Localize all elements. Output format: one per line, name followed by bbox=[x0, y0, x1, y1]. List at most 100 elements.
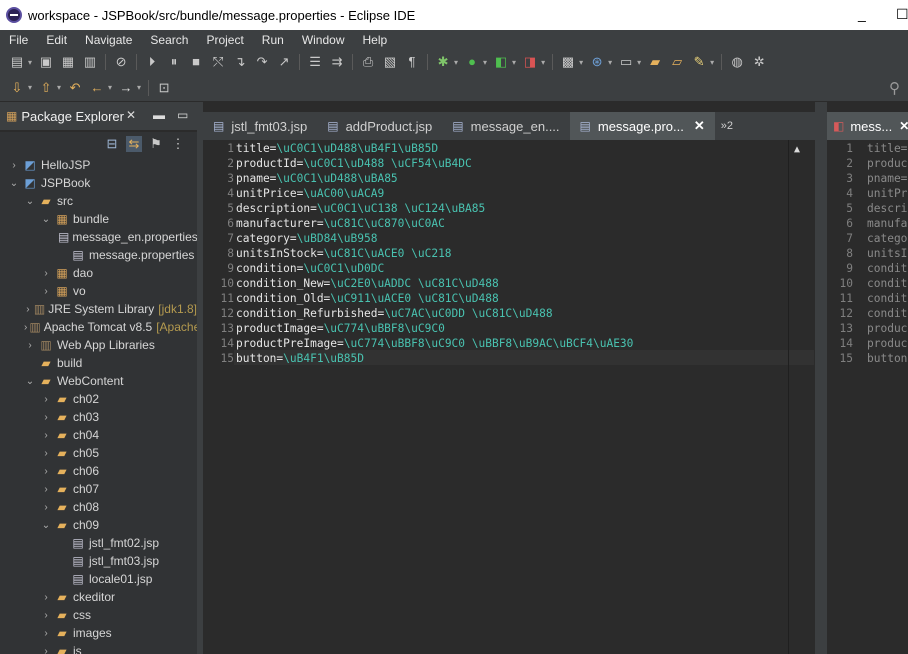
tree-item[interactable]: ▤ message_en.properties bbox=[0, 228, 198, 246]
tree-item[interactable]: › ▰ ch06 bbox=[0, 462, 197, 480]
menu-navigate[interactable]: Navigate bbox=[76, 33, 141, 47]
use-step-filters-icon[interactable]: ⇉ bbox=[329, 54, 345, 70]
tree-item[interactable]: › ▰ ckeditor bbox=[0, 588, 197, 606]
browser-icon[interactable]: ✲ bbox=[751, 54, 767, 70]
minimize-view-icon[interactable]: ▬ bbox=[153, 108, 165, 122]
disconnect-icon[interactable]: ⤲ bbox=[210, 54, 226, 70]
next-annotation-icon[interactable]: ⇩ bbox=[9, 80, 25, 96]
scroll-up-arrow-icon[interactable]: ▲ bbox=[794, 144, 800, 155]
tree-item[interactable]: ⌄ ▰ src bbox=[0, 192, 197, 210]
expand-arrow-icon[interactable]: › bbox=[40, 484, 52, 495]
expand-arrow-icon[interactable]: › bbox=[40, 592, 52, 603]
editor-scrollbar[interactable] bbox=[788, 140, 789, 654]
toggle-block-icon[interactable]: ▧ bbox=[382, 54, 398, 70]
tab-message-properties[interactable]: ▤ message.pro... ✕ bbox=[569, 112, 715, 140]
expand-arrow-icon[interactable]: ⌄ bbox=[8, 178, 20, 189]
tab-close-button[interactable]: ✕ bbox=[694, 118, 705, 134]
menu-edit[interactable]: Edit bbox=[37, 33, 76, 47]
save-all-icon[interactable]: ▦ bbox=[60, 54, 76, 70]
tree-item[interactable]: ⌄ ▦ bundle bbox=[0, 210, 197, 228]
view-close-button[interactable]: ✕ bbox=[126, 108, 136, 122]
editor-split-sash[interactable] bbox=[815, 102, 827, 654]
tree-item[interactable]: ▤ message.properties bbox=[0, 246, 197, 264]
open-resource-icon[interactable]: ⎙ bbox=[360, 54, 376, 70]
filter-icon[interactable]: ⚑ bbox=[148, 136, 164, 152]
menu-search[interactable]: Search bbox=[141, 33, 197, 47]
expand-arrow-icon[interactable]: › bbox=[24, 304, 32, 315]
tree-item[interactable]: › ▥ Apache Tomcat v8.5 [Apache] bbox=[0, 318, 204, 336]
step-into-icon[interactable]: ↴ bbox=[232, 54, 248, 70]
save-icon[interactable]: ▣ bbox=[38, 54, 54, 70]
forward-icon[interactable]: → bbox=[118, 80, 134, 96]
expand-arrow-icon[interactable]: › bbox=[40, 610, 52, 621]
expand-arrow-icon[interactable]: ⌄ bbox=[40, 214, 52, 225]
tree-item[interactable]: ▤ locale01.jsp bbox=[0, 570, 197, 588]
globe-icon[interactable]: ◍ bbox=[729, 54, 745, 70]
menu-run[interactable]: Run bbox=[253, 33, 293, 47]
minimize-button[interactable]: _ bbox=[858, 6, 866, 22]
menu-project[interactable]: Project bbox=[197, 33, 252, 47]
coverage-icon[interactable]: ◧ bbox=[493, 54, 509, 70]
tree-item[interactable]: › ▰ ch08 bbox=[0, 498, 197, 516]
tree-item[interactable]: › ▦ vo bbox=[0, 282, 197, 300]
tab-overflow-button[interactable]: »2 bbox=[721, 120, 733, 132]
step-over-icon[interactable]: ↷ bbox=[254, 54, 270, 70]
tree-item[interactable]: ⌄ ▰ WebContent bbox=[0, 372, 197, 390]
terminate-icon[interactable]: ■ bbox=[188, 54, 204, 70]
marker-icon[interactable]: ✎ bbox=[691, 54, 707, 70]
properties-editor[interactable]: ▲ 1 title=\uC0C1\uD488\uB4F1\uB85D 2 produc… bbox=[206, 140, 814, 654]
menu-help[interactable]: Help bbox=[354, 33, 397, 47]
left-sash[interactable] bbox=[197, 102, 203, 654]
new-icon[interactable]: ▤ bbox=[9, 54, 25, 70]
external-tools-icon[interactable]: ◨ bbox=[522, 54, 538, 70]
search-icon[interactable]: ⚲ bbox=[889, 79, 900, 97]
expand-arrow-icon[interactable]: › bbox=[40, 466, 52, 477]
link-with-editor-icon[interactable]: ⇆ bbox=[126, 136, 142, 152]
tree-item[interactable]: › ▰ ch04 bbox=[0, 426, 197, 444]
print-icon[interactable]: ▥ bbox=[82, 54, 98, 70]
last-edit-icon[interactable]: ↶ bbox=[67, 80, 83, 96]
skip-breakpoints-icon[interactable]: ⊘ bbox=[113, 54, 129, 70]
tree-item[interactable]: ⌄ ▰ ch09 bbox=[0, 516, 197, 534]
suspend-icon[interactable]: ⏸ bbox=[166, 54, 182, 70]
run-icon[interactable]: ● bbox=[464, 54, 480, 70]
tree-item[interactable]: › ▥ JRE System Library [jdk1.8] bbox=[0, 300, 197, 318]
expand-arrow-icon[interactable]: › bbox=[40, 412, 52, 423]
step-return-icon[interactable]: ↗ bbox=[276, 54, 292, 70]
tree-item[interactable]: › ▰ images bbox=[0, 624, 197, 642]
expand-arrow-icon[interactable]: › bbox=[40, 502, 52, 513]
expand-arrow-icon[interactable]: › bbox=[40, 268, 52, 279]
expand-arrow-icon[interactable]: › bbox=[8, 160, 20, 171]
tree-item[interactable]: › ▥ Web App Libraries bbox=[0, 336, 197, 354]
search-tool-icon[interactable]: ▭ bbox=[618, 54, 634, 70]
expand-arrow-icon[interactable]: › bbox=[40, 628, 52, 639]
resume-icon[interactable]: ⏵ bbox=[144, 54, 160, 70]
expand-arrow-icon[interactable]: › bbox=[24, 340, 36, 351]
server-icon[interactable]: ▩ bbox=[560, 54, 576, 70]
expand-arrow-icon[interactable]: › bbox=[40, 448, 52, 459]
previous-annotation-icon[interactable]: ⇧ bbox=[38, 80, 54, 96]
tree-item[interactable]: › ▰ css bbox=[0, 606, 197, 624]
expand-arrow-icon[interactable]: › bbox=[40, 394, 52, 405]
package-explorer-title[interactable]: Package Explorer bbox=[21, 109, 124, 124]
view-menu-icon[interactable]: ⋮ bbox=[170, 136, 186, 152]
split-properties-editor[interactable]: 1 title= 2 produc 3 pname= 4 unitPr 5 descri 6 manu… bbox=[827, 140, 908, 654]
menu-window[interactable]: Window bbox=[293, 33, 354, 47]
expand-arrow-icon[interactable]: › bbox=[24, 322, 27, 333]
back-icon[interactable]: ← bbox=[89, 80, 105, 96]
tree-item[interactable]: › ◩ HelloJSP bbox=[0, 156, 197, 174]
split-tab-close-button[interactable]: ✕ bbox=[899, 119, 908, 133]
expand-arrow-icon[interactable]: › bbox=[40, 430, 52, 441]
expand-arrow-icon[interactable]: › bbox=[40, 286, 52, 297]
tree-item[interactable]: › ▰ js bbox=[0, 642, 197, 654]
tree-item[interactable]: ▤ jstl_fmt03.jsp bbox=[0, 552, 197, 570]
open-folder-icon[interactable]: ▰ bbox=[647, 54, 663, 70]
tree-item[interactable]: › ▰ ch03 bbox=[0, 408, 197, 426]
tree-item[interactable]: › ▰ ch05 bbox=[0, 444, 197, 462]
open-file-icon[interactable]: ▱ bbox=[669, 54, 685, 70]
menu-file[interactable]: File bbox=[0, 33, 37, 47]
tree-item[interactable]: › ▰ ch02 bbox=[0, 390, 197, 408]
collapse-all-icon[interactable]: ⊟ bbox=[104, 136, 120, 152]
expand-arrow-icon[interactable]: ⌄ bbox=[24, 196, 36, 207]
tab-jstl-fmt03[interactable]: ▤ jstl_fmt03.jsp bbox=[203, 112, 317, 140]
